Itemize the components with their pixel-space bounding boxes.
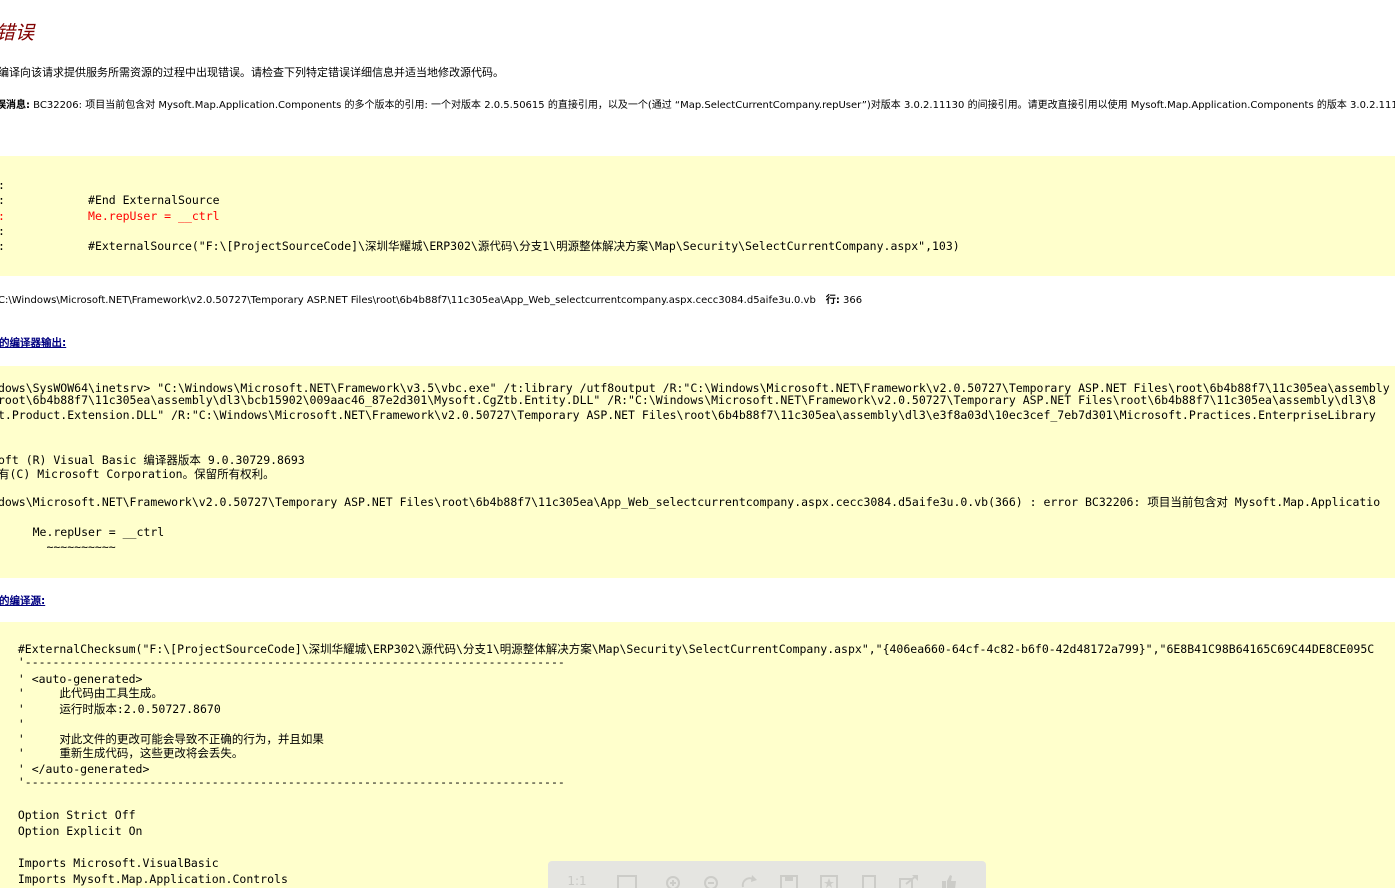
source-line: : bbox=[0, 178, 5, 193]
source-error-box: : : #End ExternalSource : Me.repUser = _… bbox=[0, 156, 1395, 276]
compiler-output-line: ~~~~~~~~~~ bbox=[0, 540, 116, 554]
compiler-output-link[interactable]: 的编译器输出: bbox=[0, 335, 66, 350]
source-line-label: 行: bbox=[825, 295, 840, 306]
star-icon bbox=[820, 875, 838, 888]
source-file-path: C:\Windows\Microsoft.NET\Framework\v2.0.… bbox=[0, 295, 816, 306]
compiler-source-line: ' bbox=[4, 717, 25, 731]
error-message-text: BC32206: 项目当前包含对 Mysoft.Map.Application.… bbox=[30, 100, 1395, 111]
zoom-out-icon bbox=[704, 876, 718, 888]
source-file-info: C:\Windows\Microsoft.NET\Framework\v2.0.… bbox=[0, 291, 862, 306]
compiler-source-line: Option Explicit On bbox=[4, 824, 143, 838]
compiler-output-box: dows\SysWOW64\inetsrv> "C:\Windows\Micro… bbox=[0, 366, 1395, 578]
compiler-source-line: Imports Mysoft.Map.Application.Controls bbox=[4, 872, 288, 886]
favorite-button[interactable] bbox=[818, 873, 840, 888]
compiler-source-line: '---------------------------------------… bbox=[4, 775, 565, 789]
share-button[interactable] bbox=[898, 873, 920, 888]
source-line: : #End ExternalSource bbox=[0, 193, 220, 207]
zoom-in-button[interactable] bbox=[662, 873, 684, 888]
error-message: 错误消息: BC32206: 项目当前包含对 Mysoft.Map.Applic… bbox=[0, 96, 1395, 111]
zoom-in-icon bbox=[666, 876, 680, 888]
save-button[interactable] bbox=[778, 873, 800, 888]
compiler-source-box: #ExternalChecksum("F:\[ProjectSourceCode… bbox=[0, 622, 1395, 888]
compiler-output-line: oft (R) Visual Basic 编译器版本 9.0.30729.869… bbox=[0, 453, 305, 467]
source-line-error: : Me.repUser = __ctrl bbox=[0, 209, 220, 223]
actual-size-button[interactable]: 1:1 bbox=[566, 873, 588, 888]
thumbs-up-icon bbox=[942, 875, 956, 888]
compiler-source-line: ' 重新生成代码，这些更改将会丢失。 bbox=[4, 746, 244, 760]
source-line: : #ExternalSource("F:\[ProjectSourceCode… bbox=[0, 239, 960, 253]
compiler-output-line: Me.repUser = __ctrl bbox=[0, 525, 165, 539]
frame-icon bbox=[862, 875, 876, 888]
source-line: : bbox=[0, 224, 5, 239]
compiler-output-line: root\6b4b88f7\11c305ea\assembly\dl3\bcb1… bbox=[0, 393, 1376, 407]
compiler-source-line: ' 运行时版本:2.0.50727.8670 bbox=[4, 702, 221, 716]
compiler-source-link[interactable]: 的编译源: bbox=[0, 593, 45, 608]
image-viewer-toolbar: 1:1 bbox=[548, 861, 986, 888]
fullscreen-button[interactable] bbox=[858, 873, 880, 888]
compiler-source-line: ' 对此文件的更改可能会导致不正确的行为，并且如果 bbox=[4, 732, 324, 746]
compiler-source-line: '---------------------------------------… bbox=[4, 655, 565, 669]
fit-window-button[interactable] bbox=[616, 873, 638, 888]
compiler-output-line: 有(C) Microsoft Corporation。保留所有权利。 bbox=[0, 467, 275, 481]
compiler-source-line: Option Strict Off bbox=[4, 808, 136, 822]
like-button[interactable] bbox=[938, 873, 960, 888]
compiler-source-line: ' 此代码由工具生成。 bbox=[4, 686, 163, 700]
save-icon bbox=[780, 875, 798, 888]
error-description: 编译向该请求提供服务所需资源的过程中出现错误。请检查下列特定错误详细信息并适当地… bbox=[0, 66, 504, 79]
source-line-number: 366 bbox=[839, 295, 863, 306]
compiler-output-line: t.Product.Extension.DLL" /R:"C:\Windows\… bbox=[0, 408, 1376, 422]
compiler-source-line: Imports Microsoft.VisualBasic bbox=[4, 856, 219, 870]
compiler-source-line: ' <auto-generated> bbox=[4, 672, 143, 686]
rotate-button[interactable] bbox=[738, 873, 760, 888]
share-icon bbox=[899, 875, 918, 888]
compiler-output-line: dows\Microsoft.NET\Framework\v2.0.50727\… bbox=[0, 495, 1381, 509]
error-message-label: 错误消息: bbox=[0, 100, 30, 111]
zoom-out-button[interactable] bbox=[700, 873, 722, 888]
page-title: 错误 bbox=[0, 22, 35, 44]
monitor-icon bbox=[617, 875, 637, 888]
rotate-icon bbox=[741, 875, 757, 888]
